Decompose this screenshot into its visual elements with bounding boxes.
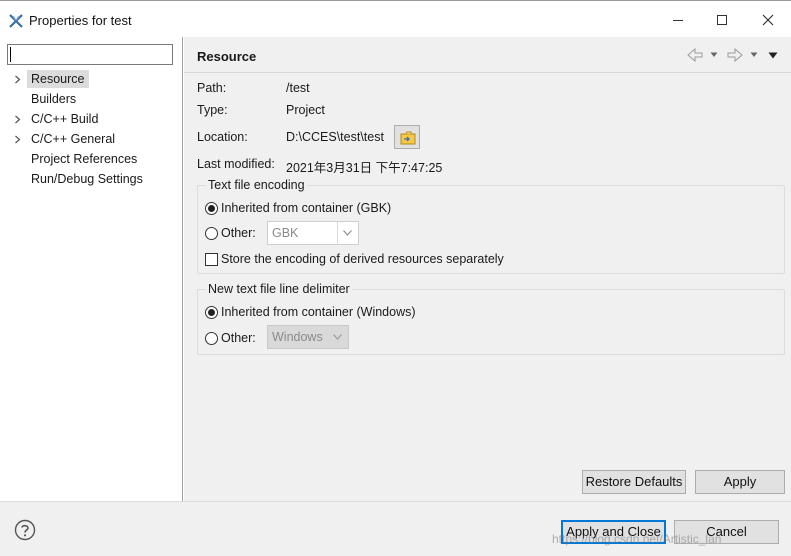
- type-value: Project: [286, 103, 325, 117]
- forward-arrow-icon[interactable]: [726, 47, 744, 63]
- property-page: Resource Path: /test Type: Project Locat…: [184, 37, 791, 501]
- last-modified-label: Last modified:: [197, 157, 275, 171]
- tree-item-label: C/C++ Build: [31, 112, 99, 126]
- text-caret: [10, 47, 11, 62]
- maximize-icon: [717, 15, 727, 25]
- close-button[interactable]: [745, 7, 791, 33]
- filter-input[interactable]: [7, 44, 173, 65]
- apply-button[interactable]: Apply: [695, 470, 785, 494]
- encoding-inherited-label: Inherited from container (GBK): [221, 201, 392, 215]
- category-pane: Resource Builders C/C++ Build C/C++ Gene…: [0, 37, 183, 501]
- view-menu-icon[interactable]: [768, 52, 778, 59]
- chevron-down-icon: [333, 334, 342, 340]
- tree-item-label: C/C++ General: [31, 132, 116, 146]
- chevron-right-icon[interactable]: [14, 135, 21, 144]
- watermark-text: https://blog.csdn.net/Artistic_lan: [552, 532, 722, 546]
- location-label: Location:: [197, 130, 248, 144]
- category-tree: Resource Builders C/C++ Build C/C++ Gene…: [0, 69, 183, 189]
- type-label: Type:: [197, 103, 228, 117]
- help-icon[interactable]: [14, 519, 36, 541]
- tree-item-label: Project References: [31, 152, 138, 166]
- restore-defaults-button[interactable]: Restore Defaults: [582, 470, 686, 494]
- tree-item-resource[interactable]: Resource: [0, 69, 183, 89]
- back-arrow-icon[interactable]: [686, 47, 704, 63]
- encoding-other-radio[interactable]: [205, 227, 218, 240]
- chevron-down-icon[interactable]: [710, 52, 718, 58]
- encoding-inherited-radio[interactable]: [205, 202, 218, 215]
- tree-item-project-references[interactable]: Project References: [0, 149, 183, 169]
- chevron-down-icon[interactable]: [750, 52, 758, 58]
- tree-item-cpp-general[interactable]: C/C++ General: [0, 129, 183, 149]
- chevron-right-icon[interactable]: [14, 75, 21, 84]
- open-folder-icon: [400, 131, 416, 145]
- location-value: D:\CCES\test\test: [286, 130, 384, 144]
- tree-item-builders[interactable]: Builders: [0, 89, 183, 109]
- properties-dialog: Properties for test Resource Builders C/…: [0, 0, 791, 556]
- minimize-icon: [673, 20, 683, 21]
- maximize-button[interactable]: [699, 7, 745, 33]
- combo-separator: [337, 222, 338, 244]
- tree-item-run-debug-settings[interactable]: Run/Debug Settings: [0, 169, 183, 189]
- text-encoding-group-title: Text file encoding: [206, 178, 307, 192]
- encoding-combo-value: GBK: [272, 226, 299, 240]
- close-icon: [762, 14, 774, 26]
- tree-item-label: Resource: [27, 70, 89, 88]
- chevron-right-icon[interactable]: [14, 115, 21, 124]
- delimiter-inherited-label: Inherited from container (Windows): [221, 305, 416, 319]
- derived-encoding-label: Store the encoding of derived resources …: [221, 252, 504, 266]
- dialog-button-bar: Apply and Close Cancel https://blog.csdn…: [0, 501, 791, 556]
- delimiter-other-label: Other:: [221, 331, 256, 345]
- page-title: Resource: [197, 49, 257, 64]
- tree-item-label: Builders: [31, 92, 77, 106]
- tree-item-cpp-build[interactable]: C/C++ Build: [0, 109, 183, 129]
- delimiter-other-combo[interactable]: Windows: [267, 325, 349, 349]
- window-title: Properties for test: [29, 13, 132, 28]
- delimiter-inherited-radio[interactable]: [205, 306, 218, 319]
- encoding-other-combo[interactable]: GBK: [267, 221, 359, 245]
- delimiter-combo-value: Windows: [272, 330, 323, 344]
- last-modified-value: 2021年3月31日 下午7:47:25: [286, 161, 443, 175]
- line-delimiter-group-title: New text file line delimiter: [206, 282, 352, 296]
- show-in-explorer-button[interactable]: [394, 125, 420, 149]
- chevron-down-icon: [343, 230, 352, 236]
- eclipse-app-icon: [9, 14, 23, 28]
- minimize-button[interactable]: [655, 7, 701, 33]
- tree-item-label: Run/Debug Settings: [31, 172, 143, 186]
- page-header: Resource: [184, 37, 791, 73]
- title-bar: Properties for test: [0, 1, 791, 37]
- path-label: Path:: [197, 81, 227, 95]
- path-value: /test: [286, 81, 310, 95]
- encoding-other-label: Other:: [221, 226, 256, 240]
- delimiter-other-radio[interactable]: [205, 332, 218, 345]
- derived-encoding-checkbox[interactable]: [205, 253, 218, 266]
